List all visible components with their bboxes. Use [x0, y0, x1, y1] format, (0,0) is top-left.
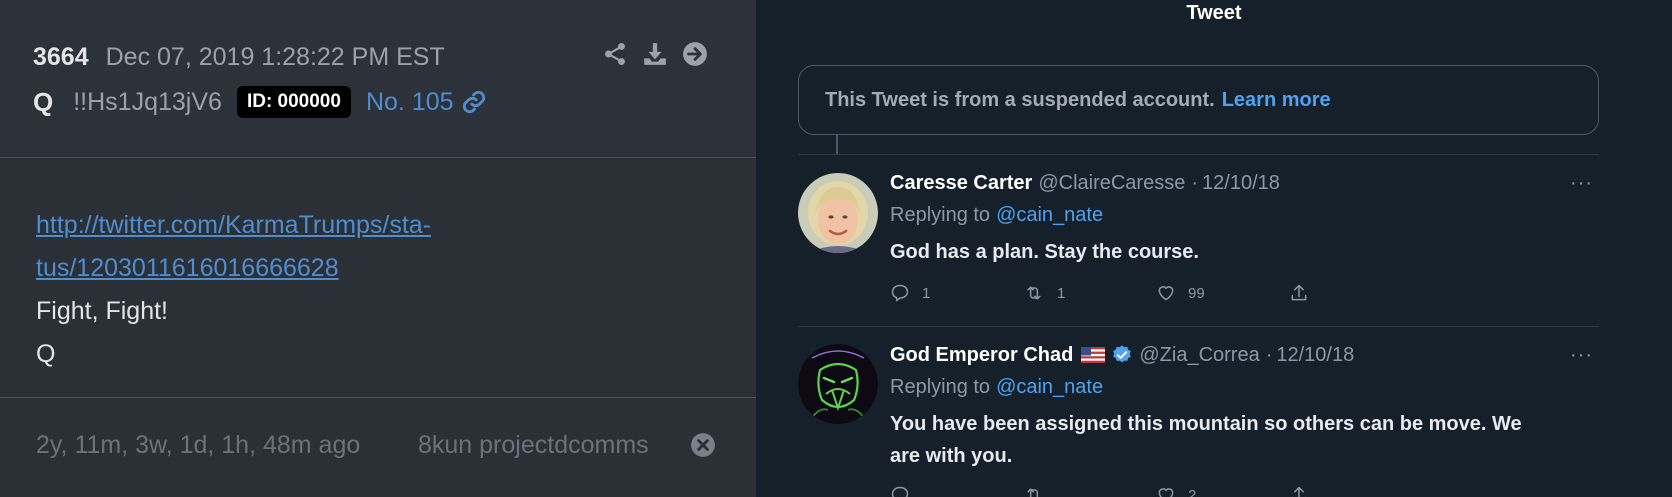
retweet-count: 1	[1057, 284, 1066, 302]
share-button[interactable]	[1289, 485, 1422, 497]
tweet-content: God Emperor Chad @Zia_Correa · 12/10/18 …	[890, 339, 1590, 497]
handle[interactable]: @ClaireCaresse	[1038, 172, 1185, 195]
more-icon[interactable]: ···	[1570, 339, 1593, 371]
separator: ·	[1191, 171, 1199, 194]
like-count: 2	[1188, 486, 1197, 497]
replying-to: Replying to @cain_nate	[890, 371, 1590, 403]
post-actions	[602, 41, 708, 67]
share-icon[interactable]	[602, 41, 628, 67]
tweet-header: God Emperor Chad @Zia_Correa · 12/10/18	[890, 339, 1590, 371]
tweet-share-icon	[1291, 284, 1307, 301]
q-post-meta-row: 3664 Dec 07, 2019 1:28:22 PM EST	[33, 40, 445, 74]
thread-line	[836, 135, 838, 154]
divider	[798, 154, 1599, 155]
post-text: http://twitter.com/KarmaTrumps/sta- tus/…	[36, 204, 431, 376]
display-name[interactable]: Caresse Carter	[890, 172, 1032, 195]
post-number-link-label: No. 105	[365, 87, 454, 116]
q-post-footer: 2y, 11m, 3w, 1d, 1h, 48m ago 8kun projec…	[0, 399, 756, 497]
tweet-actions: 1 1 99	[890, 273, 1590, 313]
tweet-text-line-2: are with you.	[890, 445, 1013, 467]
retweet-icon	[1027, 286, 1041, 300]
tweet-link-line-2[interactable]: tus/1203011616016666628	[36, 247, 431, 290]
display-name[interactable]: God Emperor Chad	[890, 344, 1073, 367]
q-post-author-row: Q !!Hs1Jq13jV6 ID: 000000 No. 105	[33, 84, 487, 120]
author-name: Q	[33, 86, 54, 117]
suspended-tweet-notice: This Tweet is from a suspended account. …	[798, 65, 1599, 135]
arrow-right-circle-icon[interactable]	[682, 41, 708, 67]
tweet-share-icon	[1291, 486, 1307, 497]
separator: ·	[1265, 343, 1273, 366]
reply-icon	[891, 284, 909, 302]
replying-to-label: Replying to	[890, 375, 991, 398]
twitter-panel: Tweet This Tweet is from a suspended acc…	[756, 0, 1672, 497]
tweet-header: Caresse Carter @ClaireCaresse · 12/10/18	[890, 167, 1590, 199]
retweet-button[interactable]: 1	[1023, 283, 1156, 303]
reply-button[interactable]	[890, 485, 1023, 497]
avatar[interactable]	[798, 344, 878, 424]
us-flag-icon	[1081, 347, 1106, 363]
learn-more-link[interactable]: Learn more	[1222, 89, 1331, 112]
q-post-body: http://twitter.com/KarmaTrumps/sta- tus/…	[0, 159, 756, 398]
page-title: Tweet	[1186, 2, 1242, 24]
like-count: 99	[1188, 284, 1205, 302]
tweet[interactable]: God Emperor Chad @Zia_Correa · 12/10/18 …	[798, 339, 1599, 497]
more-icon[interactable]: ···	[1570, 167, 1593, 199]
heart-icon	[1158, 488, 1174, 497]
post-date: Dec 07, 2019 1:28:22 PM EST	[105, 42, 445, 71]
tweet-text: You have been assigned this mountain so …	[890, 408, 1590, 472]
suspended-text: This Tweet is from a suspended account.	[825, 88, 1215, 111]
handle[interactable]: @Zia_Correa	[1139, 344, 1259, 367]
replying-to-label: Replying to	[890, 203, 991, 226]
q-post-panel: 3664 Dec 07, 2019 1:28:22 PM EST Q !!Hs1…	[0, 0, 756, 497]
close-circle-icon[interactable]	[690, 432, 716, 463]
heart-icon	[1158, 286, 1174, 301]
link-icon	[462, 90, 485, 114]
tweet-date[interactable]: 12/10/18	[1276, 344, 1354, 367]
tweet-text-line-1: You have been assigned this mountain so …	[890, 413, 1522, 435]
time-ago: 2y, 11m, 3w, 1d, 1h, 48m ago	[36, 431, 361, 459]
reply-icon	[891, 486, 909, 497]
tweet-actions: 2	[890, 475, 1590, 497]
divider	[798, 326, 1599, 327]
tweet-content: Caresse Carter @ClaireCaresse · 12/10/18…	[890, 167, 1590, 313]
post-text-line-1: Fight, Fight!	[36, 297, 168, 325]
replying-to-user[interactable]: @cain_nate	[996, 204, 1103, 227]
post-number-link[interactable]: No. 105	[366, 88, 487, 117]
like-button[interactable]: 99	[1156, 283, 1289, 303]
tweet-text: God has a plan. Stay the course.	[890, 241, 1199, 263]
replying-to: Replying to @cain_nate	[890, 199, 1590, 231]
reply-button[interactable]: 1	[890, 283, 1023, 303]
verified-badge-icon	[1111, 344, 1133, 366]
avatar[interactable]	[798, 173, 878, 253]
download-icon[interactable]	[642, 41, 668, 67]
share-button[interactable]	[1289, 283, 1422, 303]
tripcode: !!Hs1Jq13jV6	[73, 87, 222, 116]
replying-to-user[interactable]: @cain_nate	[996, 376, 1103, 399]
retweet-button[interactable]	[1023, 485, 1156, 497]
reply-count: 1	[922, 284, 931, 302]
tweet-date[interactable]: 12/10/18	[1202, 172, 1280, 195]
tweet-link-line-1[interactable]: http://twitter.com/KarmaTrumps/sta-	[36, 204, 431, 247]
id-badge: ID: 000000	[236, 86, 351, 118]
post-signature: Q	[36, 340, 56, 368]
retweet-icon	[1027, 488, 1039, 497]
q-post-header: 3664 Dec 07, 2019 1:28:22 PM EST Q !!Hs1…	[0, 0, 756, 158]
like-button[interactable]: 2	[1156, 485, 1289, 497]
post-source: 8kun projectdcomms	[418, 431, 649, 459]
post-number: 3664	[33, 42, 89, 71]
tweet[interactable]: Caresse Carter @ClaireCaresse · 12/10/18…	[798, 167, 1599, 327]
